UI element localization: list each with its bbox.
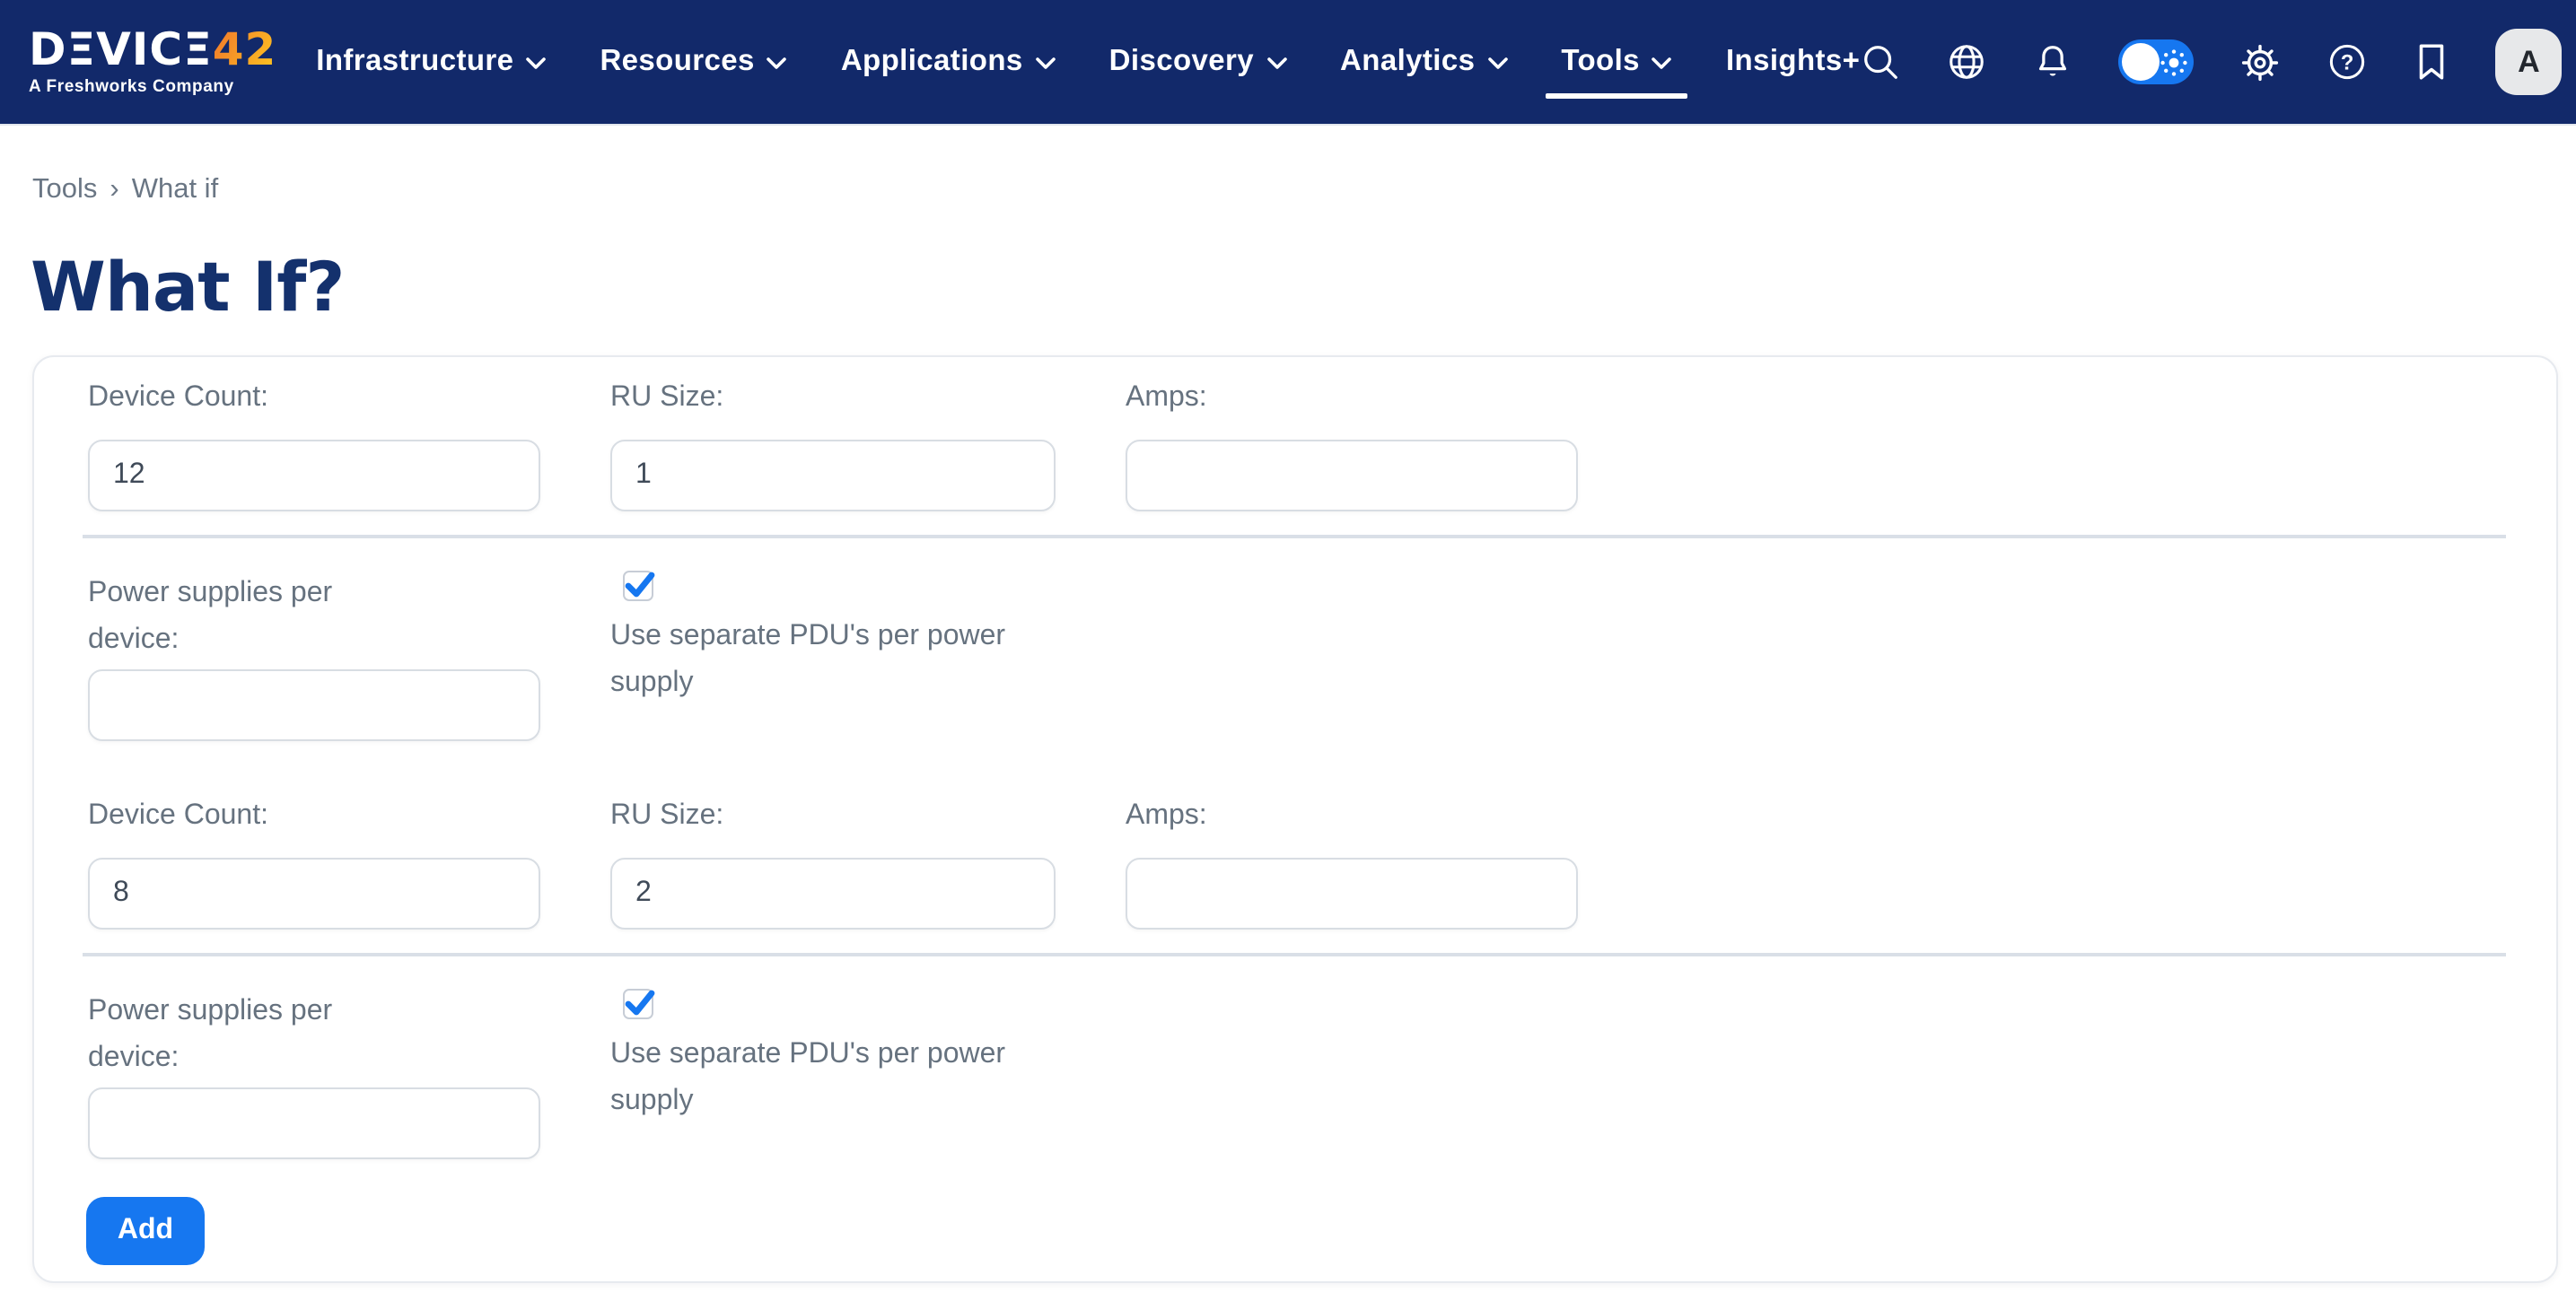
pdu-checkbox-1[interactable] xyxy=(623,571,653,601)
globe-icon[interactable] xyxy=(1946,41,1987,83)
toggle-knob xyxy=(2122,43,2160,81)
checkmark-icon xyxy=(621,985,659,1023)
breadcrumb: Tools › What if xyxy=(32,174,218,206)
device-count-label: Device Count: xyxy=(88,382,268,415)
logo-text-orange: 42 xyxy=(213,23,277,75)
menu-item-infrastructure[interactable]: Infrastructure xyxy=(316,0,546,124)
top-navigation-bar: DΞVICΞ42 A Freshworks Company Infrastruc… xyxy=(0,0,2576,126)
device-count-label: Device Count: xyxy=(88,800,268,833)
ru-size-label: RU Size: xyxy=(610,800,723,833)
amps-label: Amps: xyxy=(1126,382,1207,415)
help-icon[interactable]: ? xyxy=(2326,41,2368,83)
power-supplies-input-2[interactable] xyxy=(88,1087,540,1159)
device-count-input-2[interactable] xyxy=(88,858,540,930)
sun-icon xyxy=(2160,48,2188,76)
chevron-down-icon xyxy=(1036,57,1056,70)
bell-icon[interactable] xyxy=(2032,41,2073,83)
menu-item-analytics[interactable]: Analytics xyxy=(1340,0,1507,124)
menu-label: Discovery xyxy=(1109,45,1254,79)
breadcrumb-separator: › xyxy=(110,174,118,206)
power-supplies-input-1[interactable] xyxy=(88,669,540,741)
menu-item-tools[interactable]: Tools xyxy=(1561,0,1672,124)
theme-toggle[interactable] xyxy=(2118,39,2194,84)
chevron-down-icon xyxy=(1652,57,1672,70)
logo-wordmark: DΞVICΞ42 xyxy=(29,27,276,74)
page-title: What If? xyxy=(31,248,344,327)
device42-logo[interactable]: DΞVICΞ42 A Freshworks Company xyxy=(29,27,276,97)
pdu-checkbox-label: Use separate PDU's per power supply xyxy=(610,1032,1059,1125)
chevron-down-icon xyxy=(1487,57,1507,70)
ru-size-label: RU Size: xyxy=(610,382,723,415)
bookmark-icon[interactable] xyxy=(2413,41,2450,83)
user-avatar[interactable]: A xyxy=(2495,29,2562,95)
ru-size-input-2[interactable] xyxy=(610,858,1056,930)
breadcrumb-current: What if xyxy=(132,174,218,206)
nav-utility-icons: ? A xyxy=(1860,29,2576,95)
amps-input-2[interactable] xyxy=(1126,858,1578,930)
ru-size-input-1[interactable] xyxy=(610,440,1056,511)
pdu-checkbox-label: Use separate PDU's per power supply xyxy=(610,614,1059,707)
checkmark-icon xyxy=(621,567,659,605)
page: DΞVICΞ42 A Freshworks Company Infrastruc… xyxy=(0,0,2576,1301)
menu-label: Infrastructure xyxy=(316,45,513,79)
menu-item-applications[interactable]: Applications xyxy=(841,0,1056,124)
add-button[interactable]: Add xyxy=(86,1197,205,1265)
menu-label: Tools xyxy=(1561,45,1640,79)
logo-text-white: DΞVICΞ xyxy=(29,23,213,75)
power-supplies-label: Power supplies per device: xyxy=(88,571,393,664)
avatar-letter: A xyxy=(2518,44,2540,80)
power-supplies-label: Power supplies per device: xyxy=(88,989,393,1082)
amps-label: Amps: xyxy=(1126,800,1207,833)
menu-item-insights[interactable]: Insights+ xyxy=(1726,0,1860,124)
menu-label: Analytics xyxy=(1340,45,1475,79)
menu-label: Applications xyxy=(841,45,1023,79)
pdu-checkbox-2[interactable] xyxy=(623,989,653,1019)
menu-item-resources[interactable]: Resources xyxy=(600,0,786,124)
menu-label: Insights+ xyxy=(1726,45,1860,79)
amps-input-1[interactable] xyxy=(1126,440,1578,511)
main-menu: Infrastructure Resources Applications Di… xyxy=(316,0,1860,124)
device-count-input-1[interactable] xyxy=(88,440,540,511)
device-group-1: Device Count: RU Size: Amps: Power suppl… xyxy=(34,357,2556,775)
chevron-down-icon xyxy=(526,57,546,70)
row-divider xyxy=(83,953,2506,956)
search-icon[interactable] xyxy=(1860,41,1901,83)
logo-tagline: A Freshworks Company xyxy=(29,77,276,97)
chevron-down-icon xyxy=(1266,57,1286,70)
gear-icon[interactable] xyxy=(2239,40,2282,83)
breadcrumb-tools-link[interactable]: Tools xyxy=(32,174,97,206)
svg-text:?: ? xyxy=(2341,50,2354,74)
device-group-2: Device Count: RU Size: Amps: Power suppl… xyxy=(34,775,2556,1193)
menu-item-discovery[interactable]: Discovery xyxy=(1109,0,1286,124)
menu-label: Resources xyxy=(600,45,754,79)
chevron-down-icon xyxy=(767,57,787,70)
whatif-form-card: Device Count: RU Size: Amps: Power suppl… xyxy=(32,355,2558,1283)
row-divider xyxy=(83,535,2506,537)
